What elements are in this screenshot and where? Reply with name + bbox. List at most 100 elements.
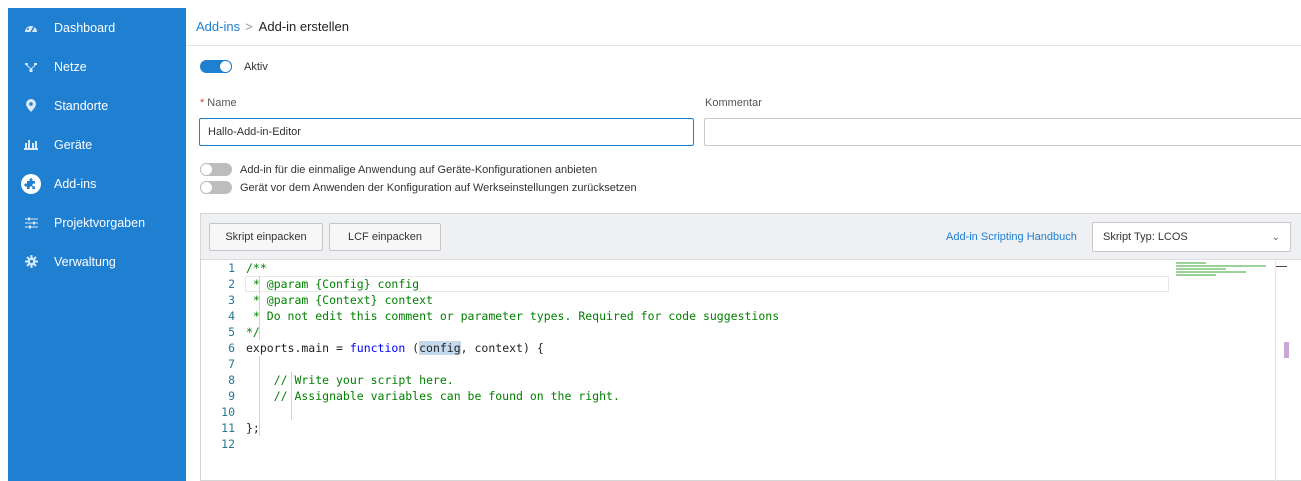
sidebar-item-label: Dashboard <box>54 20 116 35</box>
sidebar-item-label: Standorte <box>54 98 109 113</box>
single-use-toggle[interactable] <box>200 163 232 176</box>
gear-icon <box>8 255 54 268</box>
minimap-line <box>1176 271 1246 273</box>
name-label-wrapper: * Name <box>200 97 237 109</box>
script-type-select[interactable]: Skript Typ: LCOS ⌄ <box>1092 222 1291 252</box>
code-text: * @param {Context} context <box>246 293 433 307</box>
required-mark: * <box>200 97 205 109</box>
line-number: 7 <box>228 357 235 371</box>
sidebar-item-projektvorgaben[interactable]: Projektvorgaben <box>8 203 186 242</box>
sidebar-item-label: Add-ins <box>54 176 97 191</box>
pack-lcf-button[interactable]: LCF einpacken <box>329 223 441 251</box>
option-single-use-row: Add-in für die einmalige Anwendung auf G… <box>200 163 597 176</box>
minimap-line <box>1176 265 1266 267</box>
code-line: 3 * @param {Context} context <box>201 292 1201 308</box>
code-text: * Do not edit this comment or parameter … <box>246 309 780 323</box>
scripting-handbook-link[interactable]: Add-in Scripting Handbuch <box>946 231 1077 243</box>
code-line: 4 * Do not edit this comment or paramete… <box>201 308 1201 324</box>
sliders-icon <box>8 217 54 229</box>
line-number: 5 <box>228 325 235 339</box>
factory-reset-toggle[interactable] <box>200 181 232 194</box>
minimap-line <box>1176 268 1226 270</box>
breadcrumb-parent-link[interactable]: Add-ins <box>196 19 240 34</box>
puzzle-icon <box>8 173 54 194</box>
factory-reset-label: Gerät vor dem Anwenden der Konfiguration… <box>240 181 637 194</box>
code-text: */ <box>246 325 260 339</box>
aktiv-toggle[interactable] <box>200 60 232 73</box>
location-pin-icon <box>8 99 54 112</box>
option-factory-reset-row: Gerät vor dem Anwenden der Konfiguration… <box>200 181 637 194</box>
sidebar-item-label: Projektvorgaben <box>54 215 146 230</box>
toggle-knob <box>219 60 232 73</box>
code-editor[interactable]: 1 /** 2 * @param {Config} config 3 * @par… <box>201 260 1276 481</box>
sidebar-item-dashboard[interactable]: Dashboard <box>8 8 186 47</box>
kommentar-input[interactable] <box>704 118 1301 146</box>
line-number: 8 <box>228 373 235 387</box>
line-number: 12 <box>221 437 235 451</box>
code-text: }; <box>246 421 260 435</box>
page-title: Add-in erstellen <box>258 19 349 34</box>
code-line: 1 /** <box>201 260 1201 276</box>
line-number: 9 <box>228 389 235 403</box>
code-line: 2 * @param {Config} config <box>201 276 1201 292</box>
network-icon <box>8 61 54 73</box>
toggle-knob <box>200 163 213 176</box>
code-line: 12 <box>201 436 1201 452</box>
aktiv-label: Aktiv <box>244 60 268 73</box>
sidebar: Dashboard Netze Standorte Geräte Add-ins… <box>8 8 186 481</box>
aktiv-row: Aktiv <box>200 60 268 73</box>
code-line: 10 <box>201 404 1201 420</box>
code-text: exports.main = function (config, context… <box>246 340 544 356</box>
devices-icon <box>8 139 54 150</box>
code-line: 9 // Assignable variables can be found o… <box>201 388 1201 404</box>
main-content: Add-ins > Add-in erstellen Aktiv * Name K… <box>186 8 1301 481</box>
code-text: * @param {Config} config <box>246 277 420 291</box>
code-token: exports.main = <box>246 341 350 355</box>
sidebar-item-verwaltung[interactable]: Verwaltung <box>8 242 186 281</box>
pack-script-button[interactable]: Skript einpacken <box>209 223 323 251</box>
dashboard-gauge-icon <box>8 22 54 34</box>
code-line: 8 // Write your script here. <box>201 372 1201 388</box>
code-line: 5 */ <box>201 324 1201 340</box>
code-line: 7 <box>201 356 1201 372</box>
kommentar-label: Kommentar <box>705 97 762 109</box>
minimap-line <box>1176 262 1206 264</box>
sidebar-item-label: Netze <box>54 59 87 74</box>
code-token: ( <box>405 341 420 355</box>
name-input[interactable] <box>199 118 694 146</box>
name-label: Name <box>207 97 237 109</box>
code-line: 11}; <box>201 420 1201 436</box>
breadcrumb: Add-ins > Add-in erstellen <box>186 8 1301 46</box>
sidebar-item-standorte[interactable]: Standorte <box>8 86 186 125</box>
code-text: // Assignable variables can be found on … <box>246 389 620 403</box>
breadcrumb-separator: > <box>245 19 253 34</box>
script-type-value: Skript Typ: LCOS <box>1103 231 1188 243</box>
code-token: , context) { <box>460 341 544 355</box>
script-editor-panel: Skript einpacken LCF einpacken Add-in Sc… <box>200 213 1301 481</box>
line-number: 1 <box>228 261 235 275</box>
line-number: 3 <box>228 293 235 307</box>
code-text: // Write your script here. <box>246 373 454 387</box>
editor-scrollbar[interactable] <box>1275 260 1301 481</box>
code-text: /** <box>246 261 267 275</box>
line-number: 2 <box>228 277 235 291</box>
editor-toolbar: Skript einpacken LCF einpacken Add-in Sc… <box>201 214 1301 260</box>
sidebar-item-netze[interactable]: Netze <box>8 47 186 86</box>
line-number: 4 <box>228 309 235 323</box>
code-selection-highlight: config <box>419 341 461 355</box>
code-keyword: function <box>349 341 406 355</box>
toggle-knob <box>200 181 213 194</box>
sidebar-item-geraete[interactable]: Geräte <box>8 125 186 164</box>
line-number: 6 <box>228 341 235 355</box>
single-use-label: Add-in für die einmalige Anwendung auf G… <box>240 163 598 176</box>
sidebar-item-label: Geräte <box>54 137 93 152</box>
sidebar-item-add-ins[interactable]: Add-ins <box>8 164 186 203</box>
code-minimap[interactable] <box>1176 262 1276 302</box>
chevron-down-icon: ⌄ <box>1271 231 1280 243</box>
minimap-line <box>1176 274 1216 276</box>
code-line: 6 exports.main = function (config, contex… <box>201 340 1201 356</box>
scrollbar-marker <box>1284 342 1289 358</box>
line-number: 11 <box>221 421 235 435</box>
line-number: 10 <box>221 405 235 419</box>
sidebar-item-label: Verwaltung <box>54 254 116 269</box>
